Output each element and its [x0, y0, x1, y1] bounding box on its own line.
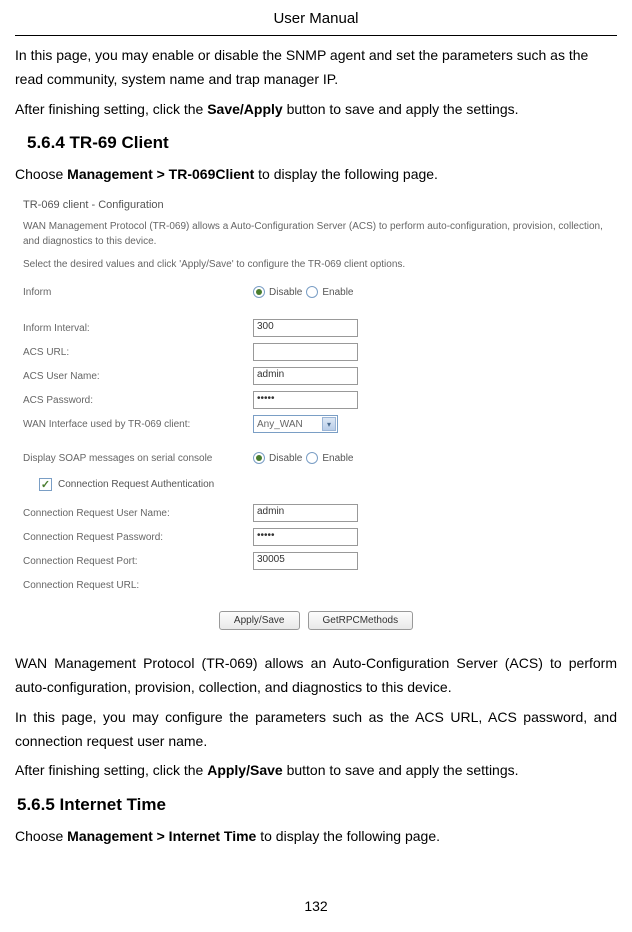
acs-pass-label: ACS Password:: [23, 395, 253, 406]
conn-auth-checkbox[interactable]: [39, 478, 52, 491]
section-heading-565: 5.6.5 Internet Time: [17, 795, 617, 815]
acs-url-label: ACS URL:: [23, 347, 253, 358]
intro-p2-prefix: After finishing setting, click the: [15, 101, 207, 117]
acs-user-row: ACS User Name: admin: [23, 366, 609, 386]
apply-save-button[interactable]: Apply/Save: [219, 611, 300, 630]
section-heading-564: 5.6.4 TR-69 Client: [27, 133, 617, 153]
intro-paragraph-2: After finishing setting, click the Save/…: [15, 98, 617, 122]
chevron-down-icon: ▾: [322, 417, 336, 431]
choose-565-suffix: to display the following page.: [256, 828, 440, 844]
intro-paragraph-1: In this page, you may enable or disable …: [15, 44, 617, 92]
conn-auth-label: Connection Request Authentication: [58, 479, 214, 490]
tr069-config-screenshot: TR-069 client - Configuration WAN Manage…: [15, 193, 617, 642]
config-paragraph: In this page, you may configure the para…: [15, 706, 617, 754]
wan-protocol-paragraph: WAN Management Protocol (TR-069) allows …: [15, 652, 617, 700]
acs-pass-input[interactable]: •••••: [253, 391, 358, 409]
conn-pass-label: Connection Request Password:: [23, 532, 253, 543]
config-desc-2: Select the desired values and click 'App…: [23, 257, 609, 272]
wan-if-label: WAN Interface used by TR-069 client:: [23, 419, 253, 430]
choose-565-prefix: Choose: [15, 828, 67, 844]
soap-disable-radio[interactable]: [253, 452, 265, 464]
wan-if-value: Any_WAN: [257, 419, 303, 430]
soap-enable-label: Enable: [322, 453, 353, 464]
conn-url-label: Connection Request URL:: [23, 580, 253, 591]
section-565-instruction: Choose Management > Internet Time to dis…: [15, 825, 617, 849]
inform-enable-label: Enable: [322, 287, 353, 298]
conn-port-row: Connection Request Port: 30005: [23, 551, 609, 571]
acs-user-label: ACS User Name:: [23, 371, 253, 382]
config-desc-1: WAN Management Protocol (TR-069) allows …: [23, 219, 609, 249]
conn-port-input[interactable]: 30005: [253, 552, 358, 570]
page-number: 132: [0, 898, 632, 914]
inform-label: Inform: [23, 287, 253, 298]
soap-label: Display SOAP messages on serial console: [23, 453, 253, 464]
choose-path-bold: Management > TR-069Client: [67, 166, 254, 182]
page-header: User Manual: [15, 10, 617, 27]
soap-enable-radio[interactable]: [306, 452, 318, 464]
acs-url-input[interactable]: [253, 343, 358, 361]
config-title: TR-069 client - Configuration: [23, 199, 609, 211]
acs-user-input[interactable]: admin: [253, 367, 358, 385]
inform-interval-label: Inform Interval:: [23, 323, 253, 334]
intro-p2-suffix: button to save and apply the settings.: [283, 101, 519, 117]
conn-url-row: Connection Request URL:: [23, 575, 609, 595]
button-row: Apply/Save GetRPCMethods: [23, 611, 609, 630]
conn-pass-row: Connection Request Password: •••••: [23, 527, 609, 547]
after-finishing-paragraph: After finishing setting, click the Apply…: [15, 759, 617, 783]
conn-auth-row: Connection Request Authentication: [39, 478, 609, 491]
conn-pass-input[interactable]: •••••: [253, 528, 358, 546]
get-rpc-methods-button[interactable]: GetRPCMethods: [308, 611, 414, 630]
inform-interval-input[interactable]: 300: [253, 319, 358, 337]
conn-user-label: Connection Request User Name:: [23, 508, 253, 519]
inform-row: Inform Disable Enable: [23, 282, 609, 302]
acs-pass-row: ACS Password: •••••: [23, 390, 609, 410]
inform-enable-radio[interactable]: [306, 286, 318, 298]
inform-disable-radio[interactable]: [253, 286, 265, 298]
conn-user-row: Connection Request User Name: admin: [23, 503, 609, 523]
choose-suffix: to display the following page.: [254, 166, 438, 182]
conn-port-label: Connection Request Port:: [23, 556, 253, 567]
inform-disable-label: Disable: [269, 287, 302, 298]
inform-radio-group: Disable Enable: [253, 286, 354, 298]
save-apply-bold: Save/Apply: [207, 101, 282, 117]
soap-disable-label: Disable: [269, 453, 302, 464]
apply-save-bold: Apply/Save: [207, 762, 282, 778]
after-suffix: button to save and apply the settings.: [283, 762, 519, 778]
inform-interval-row: Inform Interval: 300: [23, 318, 609, 338]
soap-row: Display SOAP messages on serial console …: [23, 448, 609, 468]
soap-radio-group: Disable Enable: [253, 452, 354, 464]
conn-user-input[interactable]: admin: [253, 504, 358, 522]
choose-prefix: Choose: [15, 166, 67, 182]
header-divider: [15, 35, 617, 36]
acs-url-row: ACS URL:: [23, 342, 609, 362]
section-564-instruction: Choose Management > TR-069Client to disp…: [15, 163, 617, 187]
after-prefix: After finishing setting, click the: [15, 762, 207, 778]
choose-565-path-bold: Management > Internet Time: [67, 828, 256, 844]
wan-if-row: WAN Interface used by TR-069 client: Any…: [23, 414, 609, 434]
wan-if-select[interactable]: Any_WAN ▾: [253, 415, 338, 433]
